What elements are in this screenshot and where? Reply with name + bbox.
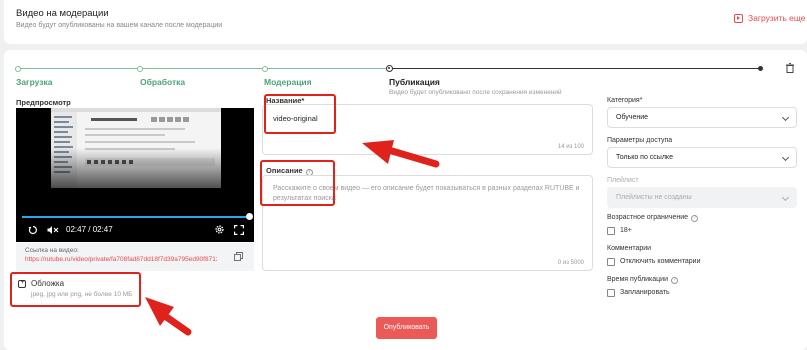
trash-icon[interactable] xyxy=(786,63,794,73)
category-label: Категория* xyxy=(607,97,643,104)
mute-icon[interactable] xyxy=(47,225,59,235)
annotation-box-description xyxy=(260,160,335,206)
category-value: Обучение xyxy=(616,114,649,121)
video-link-url[interactable]: https://rutube.ru/video/private/fa708fad… xyxy=(25,256,217,263)
step-upload: Загрузка xyxy=(16,77,53,87)
annotation-box-cover xyxy=(10,272,141,307)
comments-option: Отключить комментарии xyxy=(620,258,701,265)
step-dot-moderation xyxy=(262,65,268,72)
age-label: Возрастное ограничение xyxy=(607,214,688,221)
moderation-header: Видео на модерации Видео будут опубликов… xyxy=(4,0,807,44)
preview-title: Предпросмотр xyxy=(16,98,71,107)
title-counter: 14 из 100 xyxy=(557,144,584,150)
annotation-box-title xyxy=(264,94,336,134)
header-title: Видео на модерации xyxy=(16,8,109,19)
stepper-progress-line xyxy=(18,68,389,70)
chevron-down-icon xyxy=(781,193,790,202)
playlist-value: Плейлисты не созданы xyxy=(616,194,692,201)
age-checkbox[interactable] xyxy=(607,227,615,235)
step-dot-upload xyxy=(15,65,21,72)
video-progress-bar[interactable] xyxy=(22,216,248,218)
video-time: 02:47 / 02:47 xyxy=(66,225,113,234)
step-dot-publication xyxy=(386,65,393,72)
access-label: Параметры доступа xyxy=(607,137,673,144)
copy-icon[interactable] xyxy=(234,252,243,261)
chevron-down-icon xyxy=(781,153,790,162)
step-dot-processing xyxy=(137,65,143,72)
schedule-option: Запланировать xyxy=(620,289,670,296)
load-more-label: Загрузить еще xyxy=(748,13,806,23)
publish-button[interactable]: Опубликовать xyxy=(376,317,437,339)
video-player[interactable]: 02:47 / 02:47 xyxy=(16,108,254,242)
step-publication-hint: Видео будет опубликовано после сохранени… xyxy=(389,89,562,96)
comments-label: Комментарии xyxy=(607,245,652,252)
fullscreen-icon[interactable] xyxy=(234,225,244,235)
video-link-box: Ссылка на видео: https://rutube.ru/video… xyxy=(16,243,254,271)
age-option: 18+ xyxy=(620,227,632,234)
step-processing: Обработка xyxy=(140,77,186,87)
playlist-label: Плейлист xyxy=(607,177,639,184)
play-square-icon xyxy=(734,13,743,23)
schedule-checkbox[interactable] xyxy=(607,289,615,297)
age-label-row: Возрастное ограничение? xyxy=(607,214,698,222)
stepper-remaining-line xyxy=(389,68,760,70)
time-label-row: Время публикации? xyxy=(607,276,679,284)
playlist-select: Плейлисты не созданы xyxy=(607,187,797,208)
video-progress-knob[interactable] xyxy=(246,213,253,220)
help-icon[interactable]: ? xyxy=(691,215,698,222)
access-select[interactable]: Только по ссылке xyxy=(607,147,797,168)
chevron-down-icon xyxy=(781,113,790,122)
step-dot-end xyxy=(758,65,763,71)
time-label: Время публикации xyxy=(607,276,669,283)
step-publication: Публикация xyxy=(389,77,440,87)
video-link-label: Ссылка на видео: xyxy=(25,247,79,254)
settings-gear-icon[interactable] xyxy=(214,224,225,235)
step-moderation: Модерация xyxy=(264,77,312,87)
header-subtitle: Видео будут опубликованы на вашем канале… xyxy=(16,22,223,29)
replay-icon[interactable] xyxy=(28,225,38,235)
category-select[interactable]: Обучение xyxy=(607,107,797,128)
access-value: Только по ссылке xyxy=(616,154,673,161)
comments-checkbox[interactable] xyxy=(607,258,615,266)
description-counter: 0 из 5000 xyxy=(557,260,584,266)
help-icon[interactable]: ? xyxy=(671,277,679,284)
load-more-button[interactable]: Загрузить еще xyxy=(734,13,806,23)
